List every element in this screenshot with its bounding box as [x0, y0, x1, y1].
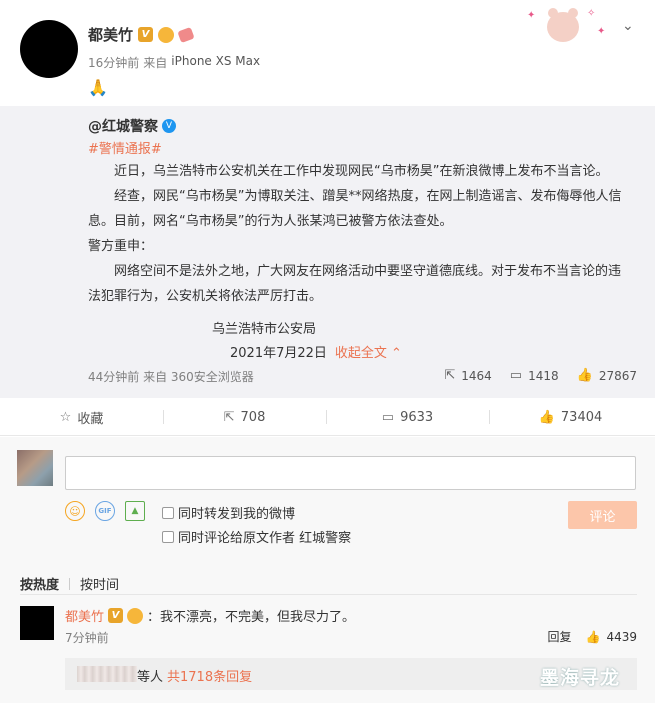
repost-option-label: 同时转发到我的微博	[178, 507, 296, 522]
post-content: 🙏	[88, 78, 108, 97]
reply-button[interactable]: 回复	[547, 628, 571, 645]
author-avatar[interactable]	[20, 20, 78, 78]
author-name[interactable]: 都美竹	[88, 24, 133, 45]
replies-count-link[interactable]: 共1718条回复	[167, 666, 252, 685]
star-icon: ✦	[597, 26, 606, 37]
comment-time: 7分钟前	[65, 631, 109, 645]
comment-sort-bar: 按热度 按时间	[20, 574, 119, 593]
commenter-avatar[interactable]	[20, 606, 54, 640]
repost-date: 2021年7月22日	[230, 346, 327, 361]
like-count: 73404	[560, 409, 603, 425]
like-button[interactable]: 👍 73404	[489, 398, 652, 436]
repost-meta: 44分钟前 来自 360安全浏览器	[88, 370, 254, 384]
vip-badge-icon: V	[138, 27, 154, 42]
repost-comment-button[interactable]: ▭ 1418	[510, 368, 559, 383]
emoji-badge-icon	[158, 26, 175, 43]
vip-badge-icon: V	[108, 608, 124, 623]
post-time[interactable]: 16分钟前	[88, 54, 139, 71]
image-upload-icon[interactable]: ▲	[125, 501, 145, 521]
star-outline-icon: ☆	[59, 409, 72, 425]
repost-option-checkbox[interactable]	[162, 506, 174, 519]
comment-like-count: 4439	[606, 629, 637, 644]
current-user-avatar	[17, 450, 53, 486]
replies-prefix: 等人	[137, 670, 164, 685]
blurred-usernames	[77, 666, 137, 682]
card-decoration-icon: ✦ ✧ ✦	[525, 6, 615, 46]
repost-body: 近日，乌兰浩特市公安机关在工作中发现网民“乌市杨昊”在新浪微博上发布不当言论。 …	[88, 159, 633, 309]
repost-signature: 乌兰浩特市公安局	[212, 322, 317, 337]
repost-author-name[interactable]: @红城警察	[88, 116, 158, 136]
comment-option-row[interactable]: 同时评论给原文作者 红城警察	[162, 527, 351, 546]
thumbs-up-icon: 👍	[585, 629, 601, 644]
repost-author-line: @红城警察 V	[88, 116, 176, 136]
divider	[20, 594, 637, 595]
thumbs-up-icon: 👍	[576, 368, 593, 383]
repost-forward-count: 1464	[461, 368, 492, 383]
watermark: 墨海寻龙	[540, 667, 621, 689]
post-device: iPhone XS Max	[171, 54, 261, 68]
repost-paragraph: 近日，乌兰浩特市公安机关在工作中发现网民“乌市杨昊”在新浪微博上发布不当言论。	[114, 164, 609, 179]
repost-like-count: 27867	[598, 368, 637, 383]
favorite-label: 收藏	[77, 411, 104, 427]
bear-decoration-icon	[547, 8, 579, 42]
repost-paragraph: 网络空间不是法外之地，广大网友在网络活动中要坚守道德底线。对于发布不当言论的违法…	[88, 264, 622, 304]
repost-paragraph: 警方重申：	[88, 239, 154, 254]
comment-icon: ▭	[509, 368, 523, 383]
forward-button[interactable]: ⇱ 708	[163, 398, 326, 436]
repost-like-button[interactable]: 👍 27867	[577, 368, 637, 383]
repost-paragraph: 经查，网民“乌市杨昊”为博取关注、蹭昊**网络热度，在网上制造谣言、发布侮辱他人…	[88, 189, 622, 229]
sort-divider	[69, 577, 71, 590]
verified-blue-icon: V	[162, 119, 176, 133]
chevron-down-icon[interactable]: ⌄	[622, 18, 634, 34]
comment-count: 9633	[400, 409, 434, 425]
replies-text: 等人 共1718条回复	[137, 666, 252, 685]
post-meta: 16分钟前 来自 iPhone XS Max	[88, 54, 260, 71]
gift-badge-icon	[177, 26, 195, 43]
repost-forward-button[interactable]: ⇱ 1464	[444, 368, 491, 383]
emoji-badge-icon	[127, 607, 144, 624]
favorite-button[interactable]: ☆ 收藏	[0, 398, 163, 436]
forward-count: 708	[240, 409, 266, 425]
commenter-name[interactable]: 都美竹	[65, 606, 104, 625]
collapse-link[interactable]: 收起全文 ⌃	[335, 342, 402, 361]
post-action-bar: ☆ 收藏 ⇱ 708 ▭ 9633 👍 73404	[0, 398, 655, 436]
comment-like-button[interactable]: 👍 4439	[586, 630, 638, 644]
sort-by-hot-tab[interactable]: 按热度	[20, 574, 59, 593]
hashtag-link[interactable]: #警情通报#	[88, 138, 162, 157]
comment-icon: ▭	[381, 409, 395, 425]
forward-icon: ⇱	[223, 409, 235, 425]
submit-comment-button[interactable]: 评论	[568, 501, 637, 529]
comment-option-label: 同时评论给原文作者 红城警察	[178, 531, 352, 546]
composer-tools: ☺ GIF ▲	[65, 501, 145, 521]
comment-actions: 回复 👍 4439	[547, 628, 637, 645]
sort-by-time-tab[interactable]: 按时间	[80, 574, 119, 593]
comment-button[interactable]: ▭ 9633	[326, 398, 489, 436]
repost-comment-count: 1418	[528, 368, 559, 383]
author-line: 都美竹 V	[88, 24, 195, 45]
repost-stats: ⇱ 1464 ▭ 1418 👍 27867	[444, 368, 637, 383]
forward-icon: ⇱	[444, 368, 456, 383]
repost-card: @红城警察 V #警情通报# 近日，乌兰浩特市公安机关在工作中发现网民“乌市杨昊…	[0, 106, 655, 398]
comment-line: 都美竹 V ：我不漂亮，不完美，但我尽力了。	[65, 606, 355, 625]
gif-icon[interactable]: GIF	[95, 501, 115, 521]
repost-date-line: 2021年7月22日 收起全文 ⌃	[230, 342, 402, 361]
comment-input[interactable]	[65, 456, 636, 490]
comment-text: ：我不漂亮，不完美，但我尽力了。	[147, 610, 356, 625]
repost-option-row[interactable]: 同时转发到我的微博	[162, 503, 295, 522]
star-icon: ✧	[587, 8, 596, 19]
emoji-picker-icon[interactable]: ☺	[65, 501, 85, 521]
comment-option-checkbox[interactable]	[162, 530, 174, 543]
thumbs-up-icon: 👍	[538, 409, 555, 425]
source-prefix: 来自	[143, 56, 168, 70]
star-icon: ✦	[527, 10, 536, 21]
post-header: 都美竹 V ✦ ✧ ✦ ⌄ 16分钟前 来自 iPhone XS Max 🙏	[0, 0, 655, 106]
